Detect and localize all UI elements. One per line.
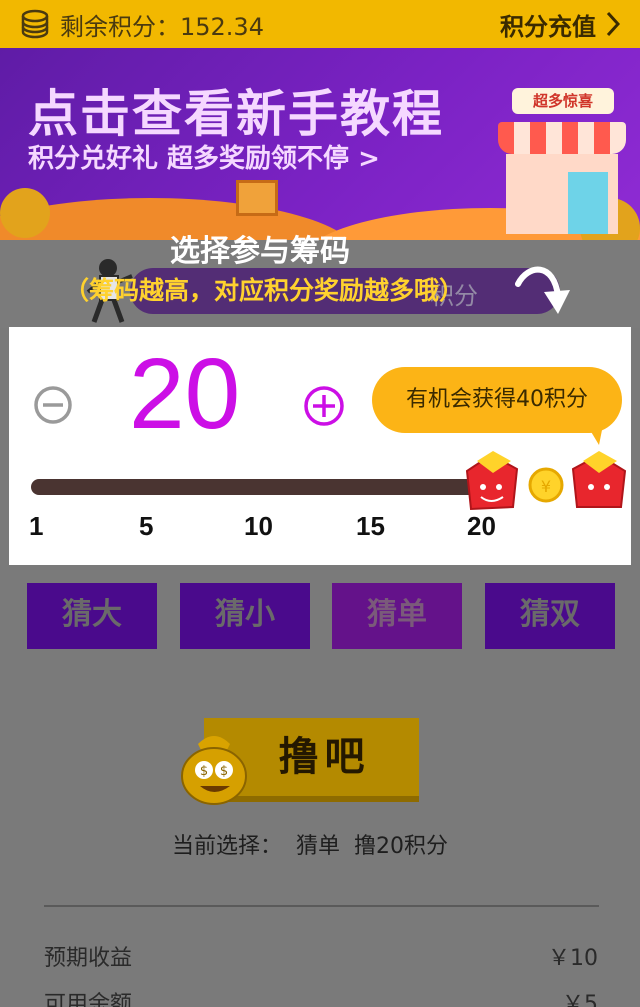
guess-button-2[interactable]: 猜小	[180, 583, 310, 649]
chip-amount: 20	[129, 338, 241, 450]
slider-tick-label: 15	[356, 511, 385, 541]
slider-tick-label: 1	[29, 511, 44, 541]
banner-title: 点击查看新手教程	[28, 85, 444, 143]
shop-awning	[498, 122, 626, 154]
coin-stack-icon	[21, 9, 49, 39]
selection-label: 当前选择：	[171, 834, 282, 859]
slider-tick-label: 10	[244, 511, 273, 541]
selection-choice: 猜单	[296, 834, 341, 859]
current-selection: 当前选择： 猜单 撸20积分	[0, 828, 620, 860]
guess-button-3[interactable]: 猜单	[332, 583, 462, 649]
reward-bubble: 有机会获得40积分	[372, 367, 622, 433]
recharge-label: 积分充值	[500, 12, 596, 41]
shop-door	[568, 172, 608, 234]
curved-arrow-icon	[515, 266, 570, 314]
plus-circle-icon[interactable]	[303, 385, 345, 427]
minus-circle-icon[interactable]	[33, 385, 73, 425]
guess-button-1[interactable]: 猜大	[27, 583, 157, 649]
summary-label-expected: 预期收益	[44, 946, 133, 971]
selection-stake: 撸20积分	[354, 834, 449, 859]
summary-label-balance: 可用余额	[44, 992, 133, 1007]
gift-box-icon	[236, 180, 278, 216]
guess-button-4[interactable]: 猜双	[485, 583, 615, 649]
chip-selector-panel: 20 有机会获得40积分 1 5 10 15 20 ¥	[9, 327, 631, 565]
summary-value-expected: ￥10	[548, 946, 598, 971]
shop-illustration: 超多惊喜	[492, 88, 632, 238]
reward-bubble-tail	[587, 425, 603, 445]
divider	[44, 905, 599, 907]
money-bag-mascot-icon: $ $	[181, 736, 247, 805]
summary-value-balance: ￥5	[562, 992, 598, 1007]
banner-subtitle: 积分兑好礼 超多奖励领不停 >	[28, 144, 380, 174]
top-bar: 剩余积分：152.34 积分充值	[0, 0, 640, 48]
svg-text:$: $	[220, 764, 228, 779]
chip-slider[interactable]	[31, 479, 491, 495]
points-balance: 剩余积分：152.34	[60, 12, 264, 41]
tip-subtitle: （筹码越高，对应积分奖励越多哦）	[64, 276, 465, 305]
tutorial-banner[interactable]: 点击查看新手教程 积分兑好礼 超多奖励领不停 > 超多惊喜	[0, 48, 640, 240]
svg-text:¥: ¥	[541, 477, 551, 496]
recharge-button[interactable]: 积分充值	[500, 7, 620, 42]
shop-sign: 超多惊喜	[512, 88, 614, 114]
slider-tick-label: 5	[139, 511, 154, 541]
tip-title: 选择参与筹码	[170, 234, 350, 269]
red-envelope-mascots-icon[interactable]: ¥	[461, 449, 631, 519]
banner-tree	[0, 188, 50, 238]
svg-text:$: $	[200, 764, 208, 779]
chevron-right-icon	[606, 11, 620, 37]
